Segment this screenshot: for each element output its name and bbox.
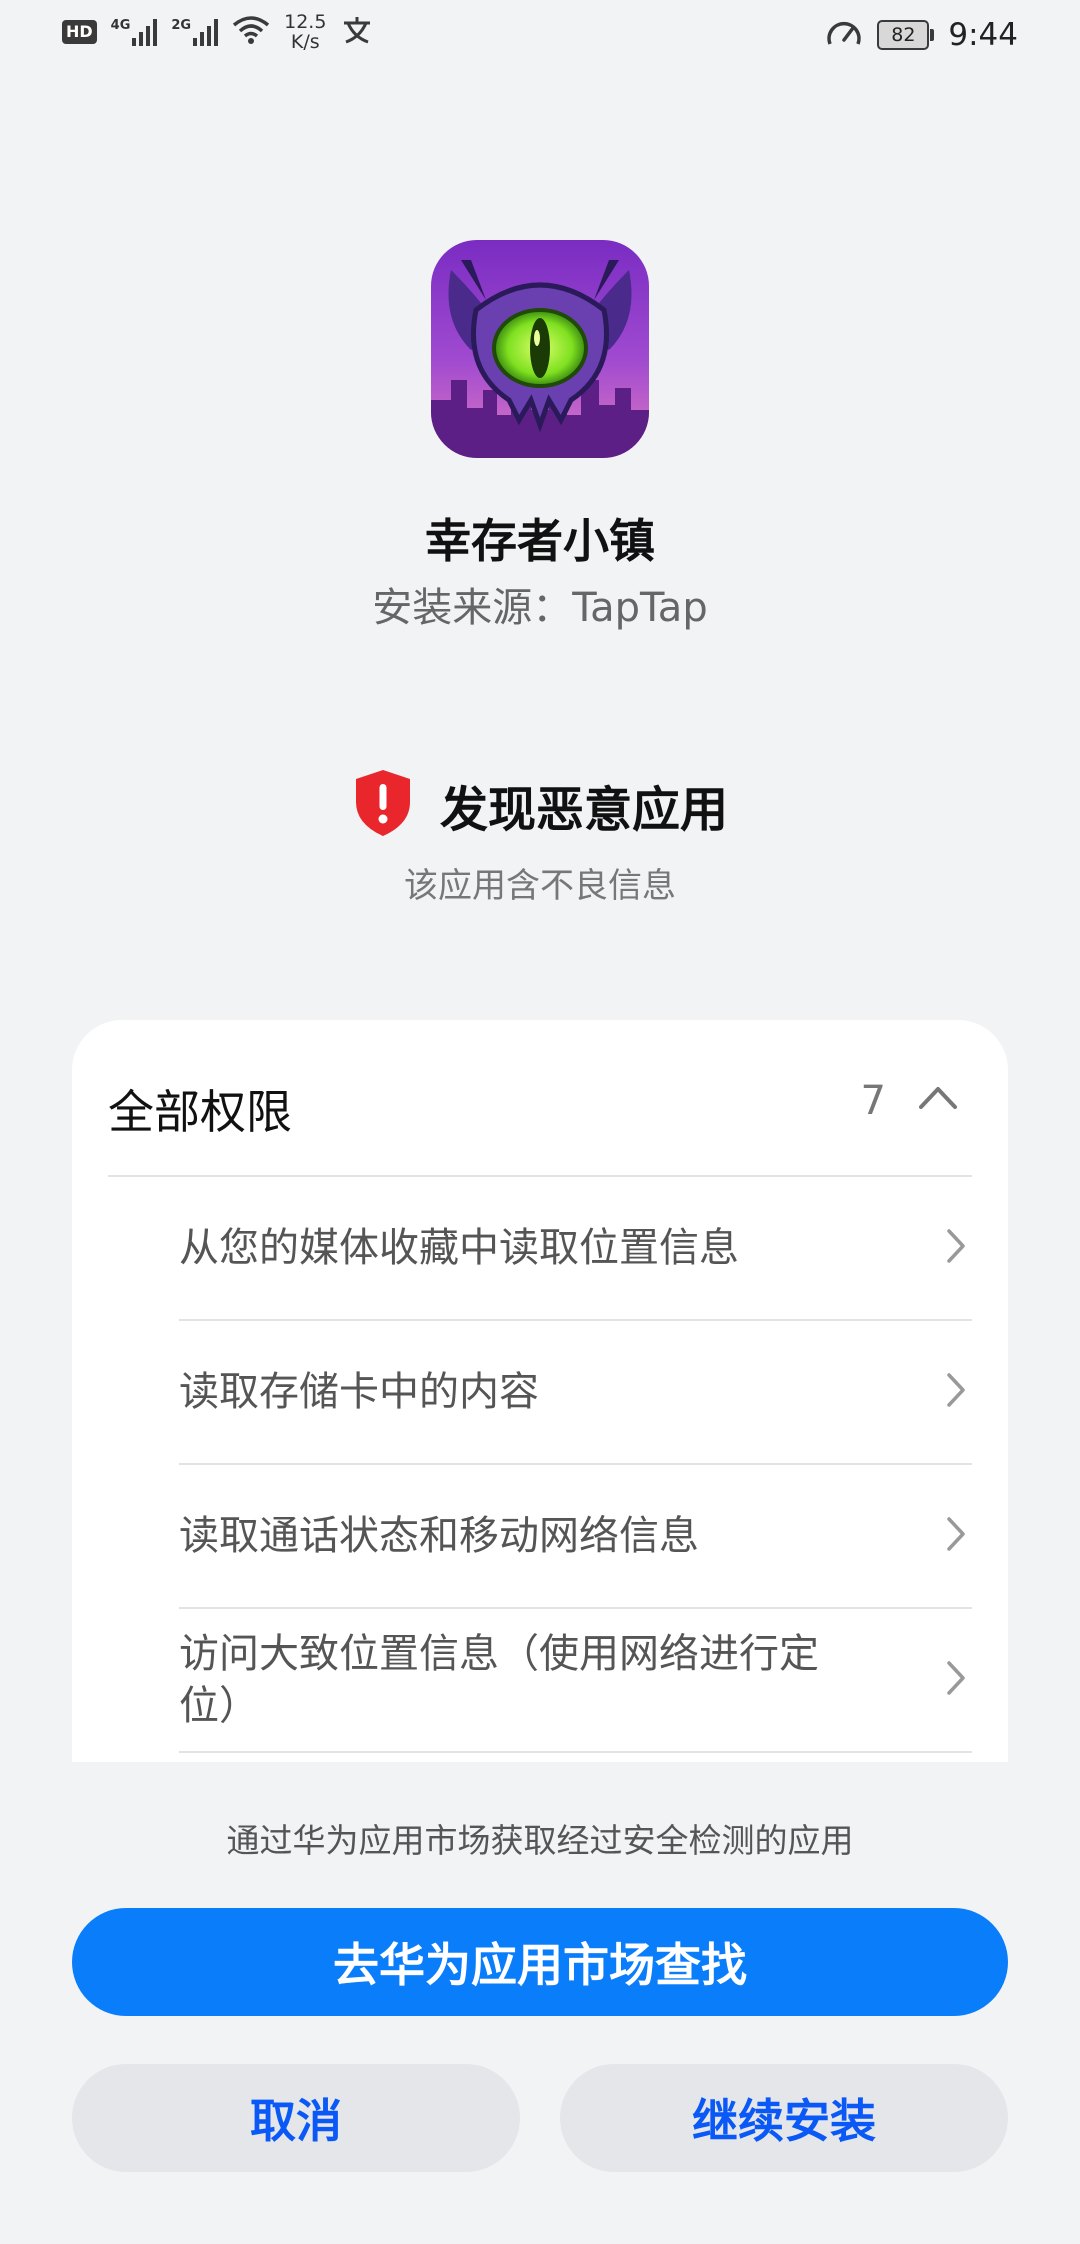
signal-bars-2 <box>193 18 219 46</box>
install-source: 安装来源：TapTap <box>372 585 708 631</box>
chevron-right-icon <box>946 1660 966 1700</box>
continue-install-button[interactable]: 继续安装 <box>560 2064 1008 2172</box>
find-in-app-market-button[interactable]: 去华为应用市场查找 <box>72 1908 1008 2016</box>
chevron-right-icon <box>946 1228 966 1268</box>
signal-bars-1 <box>132 18 158 46</box>
permission-item[interactable]: 读取通话状态和移动网络信息 <box>179 1465 972 1609</box>
network-speed-value: 12.5 <box>284 11 327 33</box>
network-type-label-1: 4G <box>110 18 131 33</box>
speedometer-icon <box>825 16 863 54</box>
status-bar-left: HD 4G 2G 12.5 K/s <box>62 12 374 52</box>
network-speed-unit: K/s <box>290 31 320 53</box>
app-name: 幸存者小镇 <box>425 514 655 568</box>
malware-warning: 发现恶意应用 <box>0 768 1080 842</box>
status-bar: HD 4G 2G 12.5 K/s 82 9:44 <box>0 0 1080 72</box>
permission-item[interactable]: 访问大致位置信息（使用网络进行定位） <box>179 1609 972 1753</box>
chevron-right-icon <box>946 1516 966 1556</box>
clock: 9:44 <box>948 17 1018 53</box>
input-method-icon <box>340 15 374 49</box>
permission-item[interactable]: 从您的媒体收藏中读取位置信息 <box>179 1177 972 1321</box>
cancel-button[interactable]: 取消 <box>72 2064 520 2172</box>
permission-item-label: 从您的媒体收藏中读取位置信息 <box>179 1225 739 1271</box>
network-speed: 12.5 K/s <box>284 12 326 52</box>
chevron-right-icon <box>946 1372 966 1412</box>
battery-level: 82 <box>877 20 930 50</box>
warning-title: 发现恶意应用 <box>439 782 728 838</box>
chevron-up-icon[interactable] <box>918 1084 958 1114</box>
permissions-header[interactable]: 全部权限 7 <box>108 1020 972 1177</box>
permissions-card: 全部权限 7 从您的媒体收藏中读取位置信息 读取存储卡中的内容 读取通话状态和移… <box>72 1020 1008 1762</box>
signal-strength-icon-2: 2G <box>171 18 219 46</box>
signal-strength-icon-1: 4G <box>111 18 158 46</box>
permission-item-label: 访问大致位置信息（使用网络进行定位） <box>179 1631 819 1729</box>
game-app-icon <box>431 240 649 458</box>
warning-subtitle: 该应用含不良信息 <box>404 866 676 906</box>
network-type-label-2: 2G <box>171 18 192 33</box>
permission-item-label: 读取存储卡中的内容 <box>179 1369 539 1415</box>
battery-icon: 82 <box>877 20 935 50</box>
market-note: 通过华为应用市场获取经过安全检测的应用 <box>226 1821 854 1860</box>
shield-alert-icon <box>352 768 414 842</box>
permissions-title: 全部权限 <box>108 1085 292 1139</box>
status-bar-right: 82 9:44 <box>825 16 1018 54</box>
wifi-icon <box>232 15 270 49</box>
hd-voice-icon: HD <box>62 20 97 44</box>
permission-item-label: 读取通话状态和移动网络信息 <box>179 1513 699 1559</box>
permission-item[interactable]: 读取存储卡中的内容 <box>179 1321 972 1465</box>
permissions-count: 7 <box>860 1078 886 1124</box>
